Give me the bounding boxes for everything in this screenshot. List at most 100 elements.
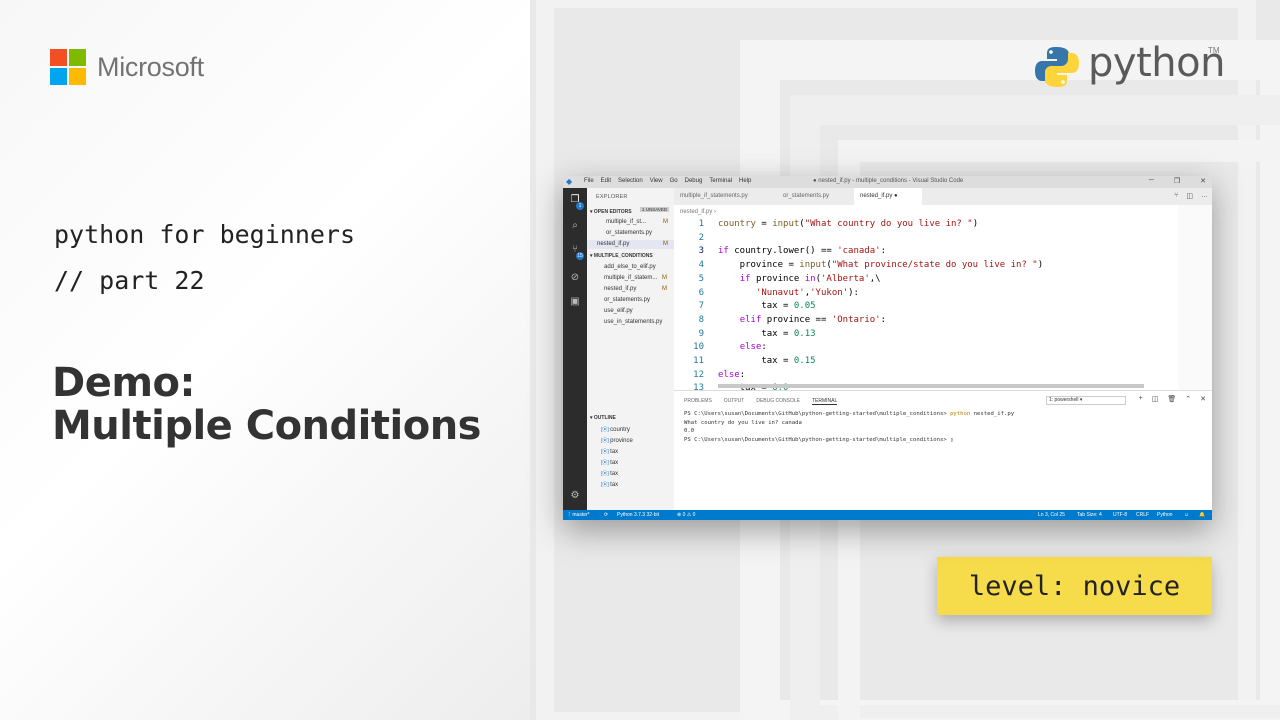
code-line[interactable]: elif province == 'Ontario': — [718, 315, 886, 325]
panel-tab-debug-console[interactable]: DEBUG CONSOLE — [756, 398, 800, 405]
editor-tabs: multiple_if_statements.py or_statements.p… — [674, 188, 1212, 205]
folder-header[interactable]: ▾ MULTIPLE_CONDITIONS — [590, 253, 653, 259]
line-number: 5 — [698, 273, 704, 284]
encoding[interactable]: UTF-8 — [1113, 512, 1127, 518]
outline-item[interactable]: [⦿] tax — [601, 448, 618, 455]
interpreter-selector[interactable]: Python 3.7.3 32-bit — [617, 512, 659, 518]
code-token: province — [750, 273, 805, 284]
bell-icon[interactable]: 🔔 — [1199, 512, 1205, 518]
file-item[interactable]: add_else_to_elif.py — [604, 264, 656, 270]
code-line[interactable]: else: — [718, 342, 767, 352]
ms-square-red — [50, 49, 67, 66]
add-terminal-icon[interactable]: + — [1139, 395, 1143, 403]
git-status-badge: M — [663, 219, 668, 225]
outline-item[interactable]: [⦿] tax — [601, 459, 618, 466]
search-icon[interactable]: ⌕ — [569, 220, 581, 232]
outline-item[interactable]: [⦿] country — [601, 426, 630, 433]
open-editor-item[interactable]: multiple_if_st... M — [606, 219, 668, 225]
open-editors-header[interactable]: ▾ OPEN EDITORS — [590, 209, 632, 215]
panel-tab-terminal[interactable]: TERMINAL — [811, 398, 838, 405]
unsaved-badge: 1 UNSAVED — [640, 207, 670, 212]
tab-size[interactable]: Tab Size: 4 — [1077, 512, 1102, 518]
gear-icon[interactable]: ⚙ — [569, 490, 581, 502]
tab-nested_if[interactable]: nested_if.py ● — [854, 188, 922, 205]
file-item[interactable]: use_elif.py — [604, 308, 633, 314]
extensions-icon[interactable]: ▣ — [569, 296, 581, 308]
variable-icon: [⦿] — [601, 449, 611, 455]
open-editor-item[interactable]: or_statements.py — [606, 230, 652, 236]
line-endings[interactable]: CRLF — [1136, 512, 1149, 518]
code-line[interactable]: tax = 0.13 — [718, 329, 815, 339]
close-panel-icon[interactable]: ✕ — [1200, 395, 1206, 403]
tab-or_statements[interactable]: or_statements.py — [777, 188, 854, 205]
editor-area[interactable]: multiple_if_statements.py or_statements.p… — [674, 188, 1212, 393]
open-editor-label: multiple_if_st... — [606, 219, 647, 225]
menu-item-edit[interactable]: Edit — [601, 178, 611, 184]
code-token: 'Yukon' — [810, 287, 849, 298]
code-line[interactable]: else: — [718, 370, 745, 380]
split-editor-icon[interactable]: ◫ — [1186, 192, 1193, 200]
code-token: tax = — [718, 301, 794, 312]
outline-item[interactable]: [⦿] tax — [601, 470, 618, 477]
outline-item[interactable]: [⦿] tax — [601, 481, 618, 488]
line-number: 7 — [698, 301, 704, 312]
file-item[interactable]: multiple_if_statem... M — [604, 275, 667, 281]
horizontal-scrollbar[interactable] — [718, 384, 1144, 388]
branch-indicator[interactable]: ᚴ master* — [568, 512, 590, 518]
terminal-panel: PROBLEMS OUTPUT DEBUG CONSOLE TERMINAL 1: p… — [674, 390, 1212, 510]
split-compare-icon[interactable]: ⑂ — [1174, 192, 1178, 200]
file-item[interactable]: or_statements.py — [604, 297, 650, 303]
terminal-line: What country do you live in? canada — [684, 420, 802, 426]
sync-icon[interactable]: ⟳ — [604, 512, 608, 518]
panel-tab-output[interactable]: OUTPUT — [724, 398, 745, 405]
file-label: multiple_if_statem... — [604, 275, 658, 281]
menu-item-terminal[interactable]: Terminal — [709, 178, 732, 184]
file-item[interactable]: use_in_statements.py — [604, 319, 662, 325]
panel-tab-problems[interactable]: PROBLEMS — [684, 398, 712, 405]
code-line[interactable]: tax = 0.15 — [718, 356, 816, 366]
problems-indicator[interactable]: ⊗ 0 ⚠ 0 — [677, 512, 695, 518]
debug-icon[interactable]: ⊘ — [569, 272, 581, 284]
menu-item-debug[interactable]: Debug — [685, 178, 703, 184]
maximize-panel-icon[interactable]: ⌃ — [1185, 395, 1191, 403]
open-editor-item[interactable]: nested_if.py M — [597, 241, 668, 247]
code-token: country.lower() == — [728, 246, 838, 257]
minimize-button[interactable]: ─ — [1149, 177, 1154, 185]
close-button[interactable]: ✕ — [1200, 177, 1206, 185]
code-line[interactable]: province = input("What province/state do… — [718, 260, 1043, 270]
ms-square-green — [69, 49, 86, 66]
breadcrumb[interactable]: nested_if.py › — [680, 209, 716, 215]
language-mode[interactable]: Python — [1157, 512, 1173, 518]
outline-header[interactable]: ▾ OUTLINE — [590, 415, 616, 421]
file-item[interactable]: nested_if.py M — [604, 286, 667, 292]
code-line[interactable]: tax = 0.05 — [718, 301, 815, 312]
terminal-line: PS C:\Users\susan\Documents\GitHub\pytho… — [684, 411, 1014, 417]
menu-item-view[interactable]: View — [650, 178, 663, 184]
code-line[interactable]: country = input("What country do you liv… — [718, 219, 978, 229]
code-token: : — [880, 314, 887, 325]
outline-item[interactable]: [⦿] province — [601, 437, 633, 444]
code-token: 0.15 — [793, 356, 816, 366]
code-token: elif — [739, 314, 762, 325]
code-line[interactable]: 'Nunavut','Yukon'): — [718, 288, 859, 298]
menu-item-go[interactable]: Go — [670, 178, 678, 184]
tab-multiple_if_statements[interactable]: multiple_if_statements.py — [674, 188, 777, 205]
more-actions-icon[interactable]: … — [1201, 192, 1208, 200]
minimap[interactable] — [1178, 205, 1212, 390]
git-status-badge: M — [662, 286, 667, 292]
code-line[interactable]: if province in('Alberta',\ — [718, 274, 881, 284]
python-trademark: TM — [1208, 46, 1220, 55]
code-token: 'Ontario' — [831, 314, 881, 325]
microsoft-logo-icon — [50, 49, 87, 86]
shell-select[interactable]: 1: powershell ▾ — [1046, 396, 1126, 405]
feedback-icon[interactable]: ☺ — [1184, 512, 1189, 518]
menu-item-help[interactable]: Help — [739, 178, 751, 184]
trash-icon[interactable]: 🗑 — [1167, 395, 1176, 403]
cursor-position[interactable]: Ln 3, Col 25 — [1038, 512, 1065, 518]
menu-item-selection[interactable]: Selection — [618, 178, 643, 184]
menu-item-file[interactable]: File — [584, 178, 594, 184]
code-line[interactable]: if country.lower() == 'canada': — [718, 246, 886, 256]
split-terminal-icon[interactable]: ◫ — [1152, 395, 1159, 403]
maximize-button[interactable]: ❐ — [1174, 177, 1180, 185]
